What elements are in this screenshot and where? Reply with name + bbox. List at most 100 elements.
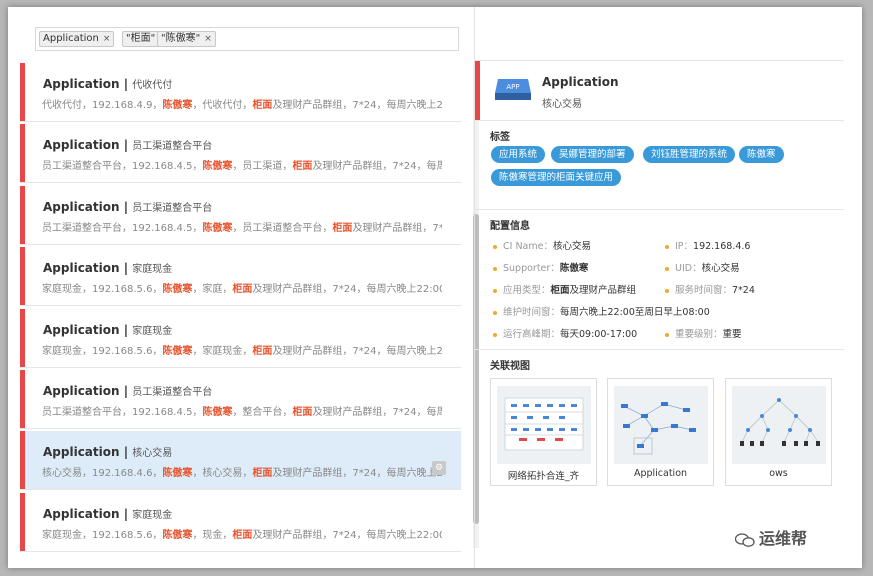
summary-text: 及理财产品群组，7*24，每周六晚上22:00至... bbox=[272, 468, 442, 480]
chip-label: "柜面" bbox=[126, 33, 156, 44]
summary-highlight: 陈傲寒 bbox=[162, 100, 193, 111]
view-card-network-topology[interactable]: 网络拓扑合连_齐 bbox=[490, 378, 597, 486]
list-item[interactable]: Application | 家庭现金 家庭现金，192.168.5.6，陈傲寒，家… bbox=[20, 247, 461, 306]
view-card-ows[interactable]: ows bbox=[725, 378, 832, 486]
summary-highlight: 陈傲寒 bbox=[202, 222, 233, 234]
item-summary: 员工渠道整合平台，192.168.4.5，陈傲寒，员工渠道，柜面及理财产品群组，… bbox=[42, 157, 442, 172]
summary-text: ，家庭现金， bbox=[192, 345, 253, 357]
config-item: 服务时间窗：7*24 bbox=[665, 282, 755, 296]
config-value: 7*24 bbox=[732, 285, 755, 296]
bullet-icon bbox=[665, 244, 669, 249]
summary-highlight: 柜面 bbox=[292, 161, 313, 173]
chip-label: "陈傲寒" bbox=[161, 33, 201, 44]
tag-chip[interactable]: 吴娜管理的部署 bbox=[551, 146, 634, 163]
item-type: Application bbox=[43, 384, 120, 398]
item-type: Application bbox=[43, 322, 120, 337]
list-item[interactable]: Application | 核心交易 核心交易，192.168.4.6，陈傲寒，核… bbox=[20, 431, 461, 490]
item-separator: | bbox=[119, 77, 133, 91]
bullet-icon bbox=[665, 332, 669, 337]
bullet-icon bbox=[493, 288, 497, 293]
tag-chip[interactable]: 陈傲寒管理的柜面关键应用 bbox=[491, 169, 622, 186]
config-heading: 配置信息 bbox=[490, 221, 530, 232]
summary-text: ，员工渠道， bbox=[232, 161, 293, 173]
config-key: 重要级别： bbox=[675, 329, 723, 340]
summary-text: 家庭现金，192.168.5.6， bbox=[42, 345, 163, 357]
tag-chip[interactable]: 刘钰胜管理的系统 bbox=[643, 146, 736, 163]
item-type: Application bbox=[43, 445, 120, 460]
detail-pane: APP Application 核心交易 标签 应用系统 吴娜管理的部署 刘钰胜… bbox=[475, 7, 862, 568]
list-item[interactable]: Application | 家庭现金家庭现金，192.168.5.6，陈傲寒，家… bbox=[20, 308, 461, 367]
summary-text: 及理财产品群组，7*24，每周六晚上22:00至周日早 bbox=[272, 100, 442, 111]
summary-text: 及理财产品群组，7*24，每周六晚上22:00 bbox=[312, 161, 442, 173]
summary-text: ，整合平台， bbox=[232, 407, 293, 418]
config-value: 每周六晚上22:00至周日早上08:00 bbox=[560, 307, 710, 318]
summary-text: ，现金， bbox=[192, 529, 233, 541]
summary-text: 员工渠道整合平台，192.168.4.5， bbox=[42, 222, 203, 234]
item-name: 员工渠道整合平台 bbox=[132, 141, 213, 153]
application-thumbnail-icon bbox=[614, 386, 708, 464]
item-summary: 核心交易，192.168.4.6，陈傲寒，核心交易，柜面及理财产品群组，7*24… bbox=[42, 464, 442, 479]
summary-text: ，核心交易， bbox=[192, 468, 253, 480]
config-value: 192.168.4.6 bbox=[693, 241, 751, 252]
summary-highlight: 柜面 bbox=[232, 284, 253, 296]
item-type: Application bbox=[43, 138, 120, 153]
list-item[interactable]: Application | 员工渠道整合平台 员工渠道整合平台，192.168.4… bbox=[20, 124, 461, 183]
tag-chip[interactable]: 陈傲寒 bbox=[739, 146, 784, 163]
summary-highlight: 柜面 bbox=[232, 529, 253, 541]
item-name: 代收代付 bbox=[132, 80, 173, 91]
detail-header: APP Application 核心交易 bbox=[475, 61, 844, 120]
view-card-application[interactable]: Application bbox=[607, 378, 714, 486]
item-summary: 员工渠道整合平台，192.168.4.5，陈傲寒，员工渠道整合平台，柜面及理财产… bbox=[42, 219, 442, 234]
item-summary: 家庭现金，192.168.5.6，陈傲寒，家庭，柜面及理财产品群组，7*24，每… bbox=[42, 280, 442, 295]
item-title-line: Application | 家庭现金 bbox=[43, 322, 172, 337]
summary-text: 员工渠道整合平台，192.168.4.5， bbox=[42, 407, 203, 418]
section-divider bbox=[475, 120, 844, 121]
config-value: 每天09:00-17:00 bbox=[560, 329, 638, 340]
summary-highlight: 柜面 bbox=[252, 345, 273, 357]
item-title-line: Application | 代收代付 bbox=[43, 76, 172, 91]
wechat-icon bbox=[735, 532, 755, 547]
chip-remove-icon[interactable]: × bbox=[204, 34, 212, 44]
bullet-icon bbox=[665, 288, 669, 293]
summary-highlight: 陈傲寒 bbox=[202, 161, 233, 173]
item-name: 核心交易 bbox=[132, 448, 173, 460]
app-icon-label: APP bbox=[506, 83, 519, 91]
summary-text: ，代收代付， bbox=[192, 100, 253, 111]
list-item[interactable]: Application | 代收代付 代收代付，192.168.4.9，陈傲寒，代… bbox=[20, 63, 461, 121]
item-summary: 家庭现金，192.168.5.6，陈傲寒，现金，柜面及理财产品群组，7*24，每… bbox=[42, 526, 442, 541]
config-item: 维护时间窗：每周六晚上22:00至周日早上08:00 bbox=[493, 304, 710, 318]
result-list: Application | 代收代付 代收代付，192.168.4.9，陈傲寒，代… bbox=[20, 63, 463, 553]
config-key: IP： bbox=[675, 241, 694, 252]
config-value: 核心交易 bbox=[701, 263, 740, 274]
config-value: 核心交易 bbox=[552, 241, 591, 252]
chip-label: Application bbox=[43, 33, 99, 44]
chip-remove-icon[interactable]: × bbox=[103, 34, 111, 44]
list-item[interactable]: Application | 员工渠道整合平台 员工渠道整合平台，192.168.4… bbox=[20, 370, 461, 428]
config-key: CI Name： bbox=[503, 241, 553, 252]
config-item: 运行高峰期：每天09:00-17:00 bbox=[493, 326, 637, 340]
item-separator: | bbox=[119, 506, 133, 521]
summary-highlight: 柜面 bbox=[292, 407, 313, 418]
summary-text: 及理财产品群组，7*24，每周六晚上22:00 bbox=[312, 407, 442, 418]
search-input[interactable]: Application × "柜面" × "陈傲寒"× bbox=[35, 27, 459, 51]
bullet-icon bbox=[493, 266, 497, 271]
view-caption: ows bbox=[769, 468, 788, 479]
summary-highlight: 柜面 bbox=[332, 222, 353, 234]
item-type: Application bbox=[43, 77, 120, 91]
list-item[interactable]: Application | 员工渠道整合平台 员工渠道整合平台，192.168.4… bbox=[20, 185, 461, 244]
tag-chip[interactable]: 应用系统 bbox=[491, 146, 546, 163]
summary-text: 家庭现金，192.168.5.6， bbox=[42, 529, 163, 541]
section-divider bbox=[475, 349, 844, 350]
settings-icon[interactable]: ⚙ bbox=[432, 461, 446, 476]
app-icon: APP bbox=[495, 79, 531, 100]
summary-highlight: 陈傲寒 bbox=[162, 284, 193, 296]
list-item[interactable]: Application | 家庭现金 家庭现金，192.168.5.6，陈傲寒，现… bbox=[20, 492, 461, 551]
item-name: 家庭现金 bbox=[132, 325, 173, 337]
tags-heading: 标签 bbox=[490, 132, 510, 143]
item-summary: 家庭现金，192.168.5.6，陈傲寒，家庭现金，柜面及理财产品群组，7*24… bbox=[42, 342, 442, 357]
search-chip: "陈傲寒" × bbox=[157, 31, 216, 47]
config-key: 运行高峰期： bbox=[503, 329, 561, 340]
app-window: Application × "柜面" × "陈傲寒"× Application | … bbox=[8, 7, 862, 568]
item-separator: | bbox=[119, 261, 133, 276]
item-title-line: Application | 员工渠道整合平台 bbox=[43, 199, 212, 214]
